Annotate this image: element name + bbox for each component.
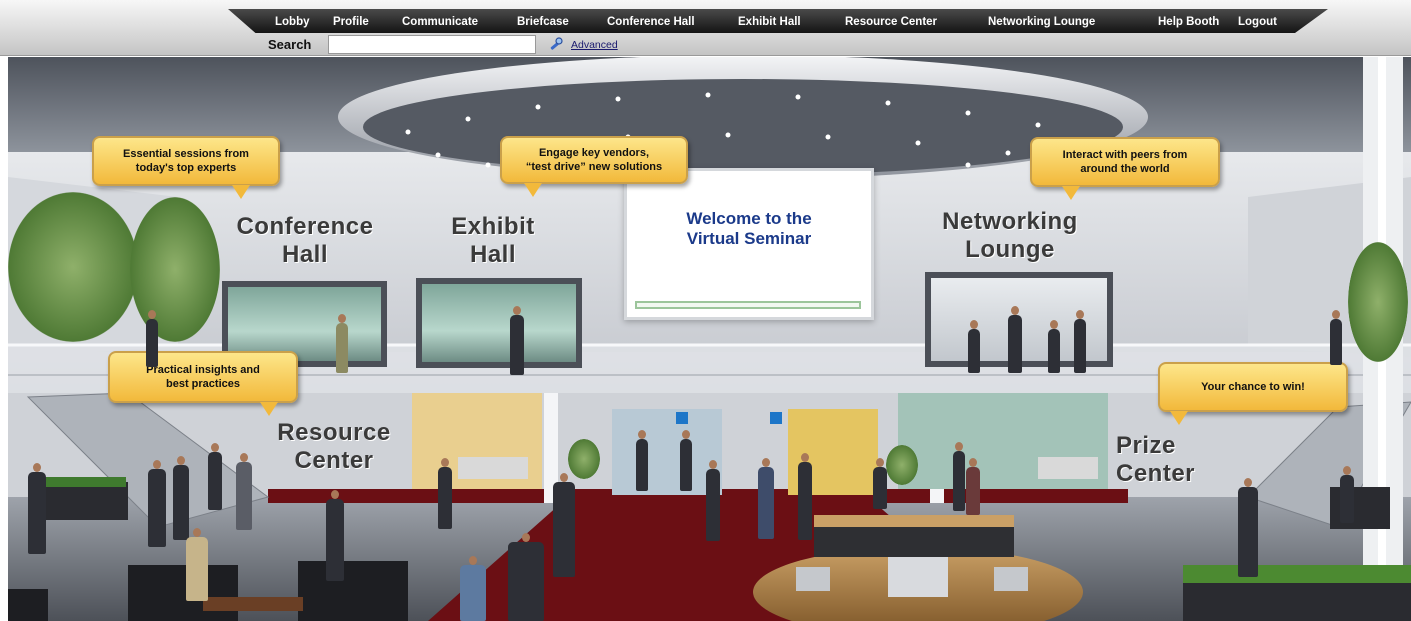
attendee-avatar[interactable]: [953, 442, 965, 511]
attendee-avatar[interactable]: [173, 456, 189, 540]
callout-tail: [1062, 186, 1080, 200]
prize-center-sign-line-1: Prize: [1116, 432, 1176, 459]
tree: [8, 192, 138, 342]
resource-center-sign[interactable]: Resource Center: [266, 419, 402, 475]
attendee-avatar[interactable]: [336, 314, 348, 373]
attendee-avatar[interactable]: [1330, 310, 1342, 365]
attendee-avatar[interactable]: [1340, 466, 1354, 523]
conference-hall-sign-line-1: Conference: [236, 213, 374, 240]
nav-profile[interactable]: Profile: [333, 14, 369, 30]
nav-networking-lounge[interactable]: Networking Lounge: [988, 14, 1095, 30]
networking-lounge-sign-line-2: Lounge: [965, 236, 1055, 263]
attendee-avatar[interactable]: [146, 310, 158, 367]
welcome-line-2: Virtual Seminar: [686, 229, 812, 248]
resource-callout-line-1: Practical insights and: [146, 364, 260, 376]
exhibit-hall-sign-line-2: Hall: [469, 241, 516, 268]
callout-tail: [260, 402, 278, 416]
attendee-avatar[interactable]: [148, 460, 166, 547]
virtual-lobby-scene: Welcome to the Virtual Seminar Conferenc…: [8, 57, 1411, 621]
search-input[interactable]: [328, 35, 536, 54]
attendee-avatar[interactable]: [680, 430, 692, 491]
prize-center-callout[interactable]: Your chance to win!: [1158, 362, 1348, 425]
attendee-avatar[interactable]: [798, 453, 812, 540]
advanced-search-link[interactable]: Advanced: [571, 39, 618, 51]
nav-conference-hall[interactable]: Conference Hall: [607, 14, 695, 30]
attendee-avatar[interactable]: [553, 473, 575, 577]
attendee-avatar[interactable]: [968, 320, 980, 373]
attendee-avatar[interactable]: [1238, 478, 1258, 577]
networking-callout-line-1: Interact with peers from: [1062, 149, 1188, 161]
attendee-avatar[interactable]: [706, 460, 720, 541]
welcome-line-1: Welcome to the: [686, 209, 812, 228]
nav-lobby[interactable]: Lobby: [275, 14, 310, 30]
tree: [1348, 242, 1408, 362]
nav-briefcase[interactable]: Briefcase: [517, 14, 569, 30]
attendee-avatar[interactable]: [326, 490, 344, 581]
exhibit-hall-sign[interactable]: Exhibit Hall: [438, 213, 548, 269]
callout-tail: [232, 185, 250, 199]
attendee-avatar[interactable]: [1048, 320, 1060, 373]
resource-center-sign-line-2: Center: [294, 447, 374, 474]
search-icon[interactable]: [548, 36, 564, 52]
resource-center-sign-line-1: Resource: [277, 419, 391, 446]
prize-center-sign[interactable]: Prize Center: [1116, 432, 1212, 488]
search-label: Search: [268, 37, 312, 52]
attendee-avatar[interactable]: [966, 458, 980, 515]
exhibit-hall-callout[interactable]: Engage key vendors, “test drive” new sol…: [500, 136, 688, 197]
networking-lounge-callout[interactable]: Interact with peers from around the worl…: [1030, 137, 1220, 200]
networking-lounge-sign[interactable]: Networking Lounge: [930, 208, 1090, 264]
conference-hall-sign-line-2: Hall: [281, 241, 328, 268]
attendee-avatar[interactable]: [28, 463, 46, 554]
nav-logout[interactable]: Logout: [1238, 14, 1277, 30]
potted-plant: [568, 439, 600, 479]
resource-center-callout[interactable]: Practical insights and best practices: [108, 351, 298, 416]
attendee-avatar[interactable]: [873, 458, 887, 509]
attendee-avatar[interactable]: [236, 453, 252, 530]
welcome-screen: Welcome to the Virtual Seminar: [624, 168, 874, 320]
callout-tail: [524, 183, 542, 197]
attendee-avatar[interactable]: [510, 306, 524, 375]
nav-communicate[interactable]: Communicate: [402, 14, 478, 30]
networking-callout-line-2: around the world: [1080, 163, 1170, 175]
attendee-avatar[interactable]: [460, 556, 486, 621]
conference-hall-sign[interactable]: Conference Hall: [220, 213, 390, 269]
networking-lounge-sign-line-1: Networking: [942, 208, 1078, 235]
conference-callout-line-2: today's top experts: [135, 162, 237, 174]
loading-bar: [635, 301, 861, 309]
nav-help-booth[interactable]: Help Booth: [1158, 14, 1219, 30]
tree: [130, 197, 220, 342]
attendee-avatar[interactable]: [208, 443, 222, 510]
exhibit-callout-line-2: “test drive” new solutions: [525, 161, 663, 173]
attendee-avatar[interactable]: [1074, 310, 1086, 373]
exhibit-hall-entrance[interactable]: [416, 278, 582, 368]
top-navigation-bar: Lobby Profile Communicate Briefcase Conf…: [0, 0, 1411, 56]
resource-callout-line-2: best practices: [166, 378, 240, 390]
prize-callout-line-1: Your chance to win!: [1201, 381, 1305, 393]
nav-exhibit-hall[interactable]: Exhibit Hall: [738, 14, 801, 30]
exhibit-hall-sign-line-1: Exhibit: [451, 213, 535, 240]
attendee-avatar[interactable]: [1008, 306, 1022, 373]
nav-resource-center[interactable]: Resource Center: [845, 14, 937, 30]
attendee-avatar[interactable]: [508, 533, 544, 621]
attendee-avatar[interactable]: [636, 430, 648, 491]
attendee-avatar[interactable]: [186, 528, 208, 601]
attendee-avatar[interactable]: [758, 458, 774, 539]
welcome-title: Welcome to the Virtual Seminar: [627, 209, 871, 249]
conference-callout-line-1: Essential sessions from: [123, 148, 249, 160]
exhibit-callout-line-1: Engage key vendors,: [538, 147, 650, 159]
conference-hall-callout[interactable]: Essential sessions from today's top expe…: [92, 136, 280, 199]
prize-center-sign-line-2: Center: [1116, 460, 1196, 487]
attendee-avatar[interactable]: [438, 458, 452, 529]
callout-tail: [1170, 411, 1188, 425]
potted-plant: [886, 445, 918, 485]
